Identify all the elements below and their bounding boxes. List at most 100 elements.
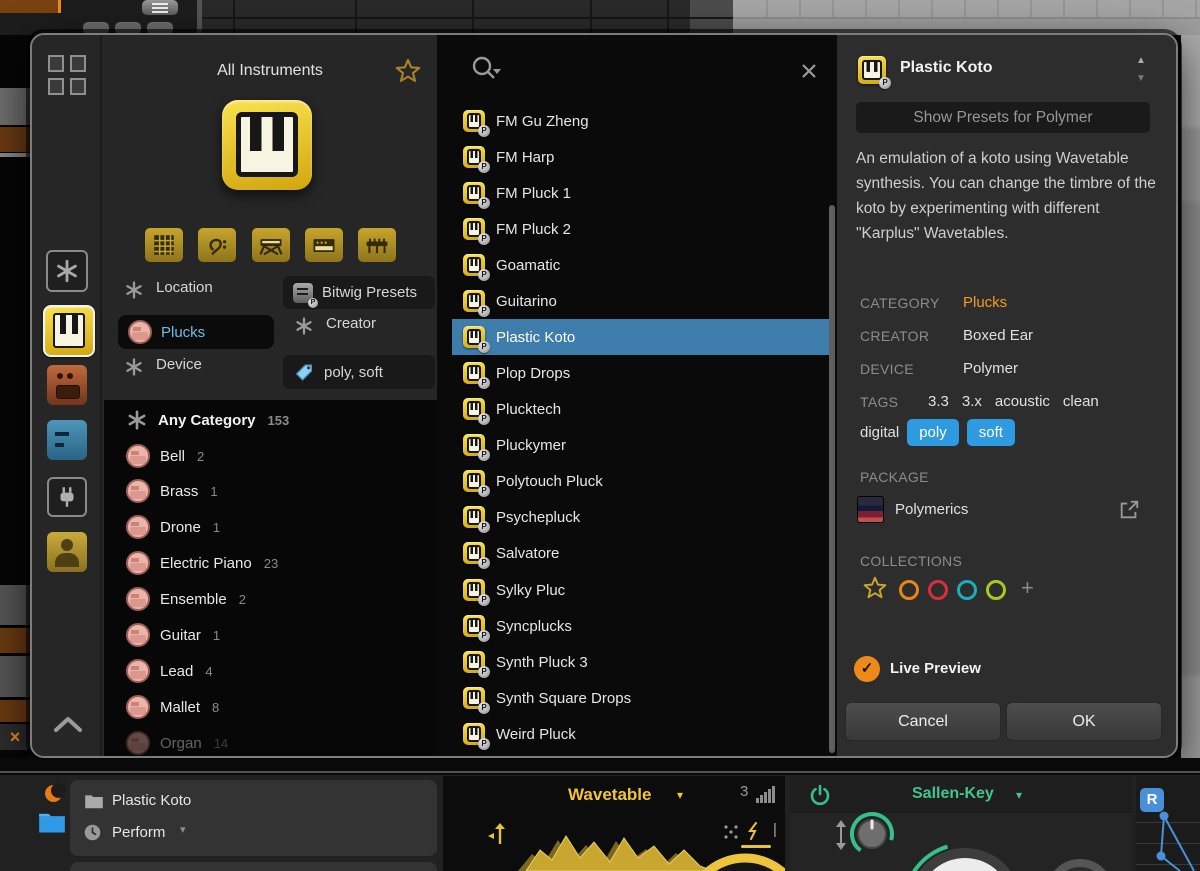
sidebar-plugins[interactable] xyxy=(47,477,87,517)
voices-count[interactable]: 3 xyxy=(740,783,748,800)
blue-folder-icon[interactable] xyxy=(38,810,66,834)
collapse-chevron-icon[interactable] xyxy=(51,713,85,735)
result-item[interactable]: PSylky Pluc xyxy=(452,572,832,608)
device-card-partial[interactable] xyxy=(70,862,437,871)
show-presets-button[interactable]: Show Presets for Polymer xyxy=(856,102,1150,133)
result-item[interactable]: PPolytouch Pluck xyxy=(452,463,832,499)
add-collection-icon[interactable]: + xyxy=(1021,575,1034,601)
moon-icon[interactable] xyxy=(45,785,62,802)
category-item[interactable]: Bell2 xyxy=(104,443,437,469)
category-icon xyxy=(126,515,150,539)
tag[interactable]: digital xyxy=(860,424,899,441)
hold-mode-icon[interactable]: | xyxy=(773,821,777,838)
filter-creator[interactable]: Creator xyxy=(326,311,376,337)
result-item[interactable]: PWeird Pluck xyxy=(452,716,832,752)
cutoff-knob[interactable] xyxy=(900,840,1030,871)
tag[interactable]: acoustic xyxy=(995,391,1050,413)
tag-selected[interactable]: poly xyxy=(907,419,959,446)
result-item[interactable]: PSynth Square Drops xyxy=(452,680,832,716)
result-item[interactable]: PPluckymer xyxy=(452,427,832,463)
sidebar-audio-fx[interactable] xyxy=(47,365,87,405)
result-item[interactable]: PFM Pluck 1 xyxy=(452,175,832,211)
device-header-card[interactable]: Plastic Koto Perform ▾ xyxy=(70,780,437,856)
tag-selected[interactable]: soft xyxy=(967,419,1015,446)
sidebar-any-type[interactable] xyxy=(46,250,88,292)
favorite-star-icon[interactable] xyxy=(394,57,422,85)
tag[interactable]: 3.x xyxy=(962,391,982,413)
result-item[interactable]: PFM Gu Zheng xyxy=(452,103,832,139)
collection-circle-green[interactable] xyxy=(986,580,1006,600)
filter-bitwig-presets[interactable]: P Bitwig Presets xyxy=(283,276,435,309)
clear-search-icon[interactable] xyxy=(799,61,819,81)
results-scrollbar[interactable] xyxy=(829,205,835,753)
category-value[interactable]: Plucks xyxy=(963,292,1007,314)
wavetable-title[interactable]: Wavetable xyxy=(568,785,651,805)
resonance-knob[interactable] xyxy=(847,806,897,862)
type-filter-keyboards[interactable] xyxy=(252,228,290,262)
collection-star-icon[interactable] xyxy=(862,575,888,601)
live-preview-toggle[interactable]: ✓ xyxy=(854,656,880,682)
keytrack-icon[interactable] xyxy=(485,820,509,846)
category-item[interactable]: Organ14 xyxy=(104,730,437,756)
dropdown-icon[interactable]: ▾ xyxy=(677,788,683,802)
filter-device[interactable]: Device xyxy=(156,352,202,378)
sidebar-instruments[interactable] xyxy=(43,305,95,357)
collection-circle-red[interactable] xyxy=(928,580,948,600)
device-mode-select[interactable]: Perform xyxy=(112,820,165,846)
result-item[interactable]: PGuitarino xyxy=(452,283,832,319)
filter-category-selected[interactable]: Plucks xyxy=(118,315,274,349)
hamburger-button[interactable] xyxy=(142,0,178,15)
device-value[interactable]: Polymer xyxy=(963,358,1018,380)
category-item[interactable]: Electric Piano23 xyxy=(104,550,437,576)
random-icon[interactable] xyxy=(723,824,739,840)
filter-location[interactable]: Location xyxy=(156,275,213,301)
cancel-button[interactable]: Cancel xyxy=(845,702,1001,741)
ok-button[interactable]: OK xyxy=(1006,702,1162,741)
result-item[interactable]: PSyncplucks xyxy=(452,608,832,644)
sort-up-icon[interactable]: ▲ xyxy=(1136,55,1146,66)
dropdown-icon[interactable]: ▾ xyxy=(1016,788,1022,802)
category-item[interactable]: Mallet8 xyxy=(104,694,437,720)
sidebar-user-content[interactable] xyxy=(47,532,87,572)
drive-knob[interactable] xyxy=(1040,853,1120,871)
result-item-selected[interactable]: PPlastic Koto xyxy=(452,319,832,355)
wavetable-index-knob[interactable] xyxy=(680,850,785,871)
collection-circle-orange[interactable] xyxy=(899,580,919,600)
result-item[interactable]: PFM Pluck 2 xyxy=(452,211,832,247)
envelope-curve[interactable] xyxy=(1136,776,1200,871)
result-item[interactable]: PPlop Drops xyxy=(452,355,832,391)
search-icon[interactable] xyxy=(469,53,505,87)
power-icon[interactable] xyxy=(808,783,832,807)
category-item[interactable]: Lead4 xyxy=(104,658,437,684)
tag[interactable]: 3.3 xyxy=(928,391,949,413)
note-fx-icon xyxy=(55,432,69,436)
result-item[interactable]: PSynth Pluck 3 xyxy=(452,644,832,680)
close-track-button[interactable]: × xyxy=(0,724,30,750)
filter-title[interactable]: Sallen-Key xyxy=(912,785,994,803)
envelope-mode-icon[interactable] xyxy=(747,822,761,840)
grid-view-icon[interactable] xyxy=(48,55,88,95)
creator-value[interactable]: Boxed Ear xyxy=(963,325,1033,347)
category-item[interactable]: Guitar1 xyxy=(104,622,437,648)
tag[interactable]: clean xyxy=(1063,391,1099,413)
result-item[interactable]: PFM Harp xyxy=(452,139,832,175)
result-item[interactable]: PPlucktech xyxy=(452,391,832,427)
category-item[interactable]: Brass1 xyxy=(104,478,437,504)
package-name[interactable]: Polymerics xyxy=(895,496,968,523)
type-filter-bass[interactable] xyxy=(198,228,236,262)
pedal-icon xyxy=(57,373,63,379)
sidebar-note-fx[interactable] xyxy=(47,420,87,460)
result-item[interactable]: PGoamatic xyxy=(452,247,832,283)
filter-tags[interactable]: poly, soft xyxy=(283,355,435,389)
category-item[interactable]: Drone1 xyxy=(104,514,437,540)
type-filter-synth[interactable] xyxy=(305,228,343,262)
category-item[interactable]: Any Category153 xyxy=(104,407,437,433)
type-filter-pads[interactable] xyxy=(358,228,396,262)
result-item[interactable]: PPsychepluck xyxy=(452,499,832,535)
result-item[interactable]: PSalvatore xyxy=(452,535,832,571)
type-filter-drum-machine[interactable] xyxy=(145,228,183,262)
category-item[interactable]: Ensemble2 xyxy=(104,586,437,612)
collection-circle-teal[interactable] xyxy=(957,580,977,600)
sort-down-icon[interactable]: ▼ xyxy=(1136,73,1146,84)
external-link-icon[interactable] xyxy=(1118,499,1140,521)
